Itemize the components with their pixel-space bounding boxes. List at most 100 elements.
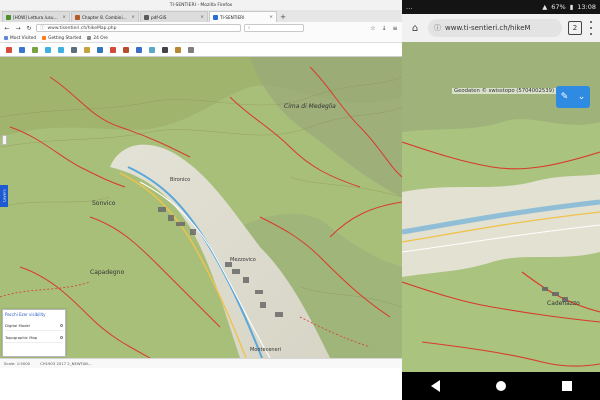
zoom-extent-icon[interactable] bbox=[30, 45, 39, 54]
tab-label: [HOW] Lettura /usuar... bbox=[13, 14, 61, 20]
wifi-icon: ▲ bbox=[542, 3, 548, 11]
layer-row-topographic[interactable]: Topographic Map bbox=[5, 333, 63, 343]
info-icon[interactable]: ⓘ bbox=[40, 25, 45, 31]
layer-visibility-panel: Pacchi Ezer visibility Digital Model Top… bbox=[2, 309, 66, 357]
reload-icon[interactable]: ↻ bbox=[25, 24, 33, 32]
layers-side-tab-label: Layers bbox=[1, 189, 7, 203]
toolbar-icons: ☆ ↓ ≡ bbox=[369, 24, 399, 32]
android-navigation-bar bbox=[402, 372, 600, 400]
new-tab-button[interactable]: + bbox=[278, 11, 288, 22]
bookmark-label: Getting Started bbox=[48, 35, 82, 41]
menu-icon[interactable]: ≡ bbox=[391, 24, 399, 32]
bookmark-label: Most Visited bbox=[10, 35, 37, 41]
map-label-cima-medeglia: Cima di Medeglia bbox=[284, 103, 336, 110]
tab-label: TI-SENTIERI bbox=[220, 14, 245, 20]
map-label-bironico: Bironico bbox=[170, 177, 191, 183]
layers-side-tab[interactable]: Layers bbox=[0, 185, 8, 207]
draw-line-icon[interactable] bbox=[17, 45, 26, 54]
bookmark-star-icon[interactable]: ☆ bbox=[369, 24, 377, 32]
bookmark-getting-started[interactable]: Getting Started bbox=[42, 36, 81, 41]
back-triangle-icon[interactable] bbox=[427, 378, 443, 394]
screenshot-root: TI-SENTIERI - Mozilla Firefox [HOW] Lett… bbox=[0, 0, 600, 400]
layer-radio[interactable] bbox=[60, 336, 63, 339]
tabs-count-button[interactable]: 2 bbox=[568, 21, 582, 35]
chart-icon[interactable] bbox=[134, 45, 143, 54]
recent-apps-square-icon[interactable] bbox=[559, 378, 575, 394]
tab-close-icon[interactable]: × bbox=[200, 15, 204, 20]
map-label-cadenazzo: Cadenazzo bbox=[547, 300, 580, 307]
profile-icon[interactable] bbox=[121, 45, 130, 54]
search-field[interactable]: ⌕ bbox=[244, 24, 304, 32]
browser-tab-1[interactable]: [HOW] Lettura /usuar... × bbox=[2, 11, 70, 22]
tab-label: Chapter 8. Combining map... bbox=[82, 14, 129, 20]
tab-favicon-icon bbox=[6, 14, 11, 20]
map-toolbar bbox=[0, 43, 402, 57]
export-icon[interactable] bbox=[173, 45, 182, 54]
url-bar[interactable]: ⓘ www.tisentieri.ch/hikeMap.php bbox=[36, 24, 241, 32]
window-titlebar: TI-SENTIERI - Mozilla Firefox bbox=[0, 0, 402, 10]
map-copyright: Geodaten © swisstopo (5704002539) bbox=[452, 88, 557, 94]
overflow-menu-icon[interactable] bbox=[588, 21, 594, 35]
status-coordinates: CH1903 2017 2_NEWTAB... bbox=[40, 361, 92, 366]
layer-row-label: Topographic Map bbox=[5, 335, 38, 340]
tab-favicon-icon bbox=[144, 14, 149, 20]
map-label-monteceneri: Monteceneri bbox=[250, 347, 282, 353]
info-icon[interactable]: ⓘ bbox=[434, 23, 441, 33]
layer-panel-title: Pacchi Ezer visibility bbox=[5, 312, 46, 317]
tab-close-icon[interactable]: × bbox=[131, 15, 135, 20]
bookmarks-toolbar: Most Visited Getting Started 24 Ore bbox=[0, 34, 402, 43]
status-right-icons: ▲ 67% ▮ 13:08 bbox=[542, 3, 596, 11]
tab-close-icon[interactable]: × bbox=[62, 15, 66, 20]
layer-row-digital-model[interactable]: Digital Model bbox=[5, 321, 63, 331]
bookmark-most-visited[interactable]: Most Visited bbox=[4, 36, 36, 41]
gps-icon[interactable] bbox=[147, 45, 156, 54]
mobile-url-bar[interactable]: ⓘ www.ti-sentieri.ch/hikeM bbox=[428, 19, 562, 37]
map-label-capadegno: Capadegno bbox=[90, 269, 125, 276]
print-icon[interactable] bbox=[160, 45, 169, 54]
browser-tab-3[interactable]: pdf-GIS × bbox=[140, 11, 208, 22]
android-status-bar: … ▲ 67% ▮ 13:08 bbox=[402, 0, 600, 14]
zoom-out-icon[interactable] bbox=[56, 45, 65, 54]
bookmark-icon bbox=[4, 36, 8, 40]
help-icon[interactable] bbox=[186, 45, 195, 54]
map-label-sonvico: Sonvico bbox=[92, 200, 116, 207]
info-tool-icon[interactable] bbox=[95, 45, 104, 54]
bookmark-24-ore[interactable]: 24 Ore bbox=[87, 36, 108, 41]
mobile-map-canvas[interactable]: Geodaten © swisstopo (5704002539) ✎ ⌄ Ca… bbox=[402, 42, 600, 372]
back-arrow-icon[interactable]: ← bbox=[3, 24, 11, 32]
browser-tab-4-active[interactable]: TI-SENTIERI × bbox=[209, 11, 277, 22]
home-circle-icon[interactable] bbox=[493, 378, 509, 394]
zoom-in-icon[interactable] bbox=[43, 45, 52, 54]
layer-radio[interactable] bbox=[60, 324, 63, 327]
mobile-url-text: www.ti-sentieri.ch/hikeM bbox=[445, 24, 531, 32]
pencil-icon[interactable]: ✎ bbox=[561, 92, 569, 102]
status-time: 13:08 bbox=[577, 3, 596, 11]
tab-label: pdf-GIS bbox=[151, 14, 167, 20]
window-title: TI-SENTIERI - Mozilla Firefox bbox=[169, 2, 233, 8]
status-scale: Scale: 1:5000 bbox=[4, 361, 31, 366]
layers-icon[interactable] bbox=[4, 45, 13, 54]
panel-drag-handle[interactable] bbox=[2, 135, 7, 145]
bookmark-icon bbox=[42, 36, 47, 40]
mobile-browser-toolbar: ⌂ ⓘ www.ti-sentieri.ch/hikeM 2 bbox=[402, 14, 600, 42]
downloads-icon[interactable]: ↓ bbox=[380, 24, 388, 32]
search-icon: ⌕ bbox=[248, 26, 251, 31]
draw-tool-dropdown[interactable]: ✎ ⌄ bbox=[556, 86, 590, 108]
pan-icon[interactable] bbox=[69, 45, 78, 54]
bookmark-label: 24 Ore bbox=[93, 35, 108, 41]
browser-tab-2[interactable]: Chapter 8. Combining map... × bbox=[71, 11, 139, 22]
layer-row-label: Digital Model bbox=[5, 323, 30, 328]
url-text: www.tisentieri.ch/hikeMap.php bbox=[47, 25, 117, 31]
tab-strip: [HOW] Lettura /usuar... × Chapter 8. Com… bbox=[0, 10, 402, 22]
home-icon[interactable]: ⌂ bbox=[408, 21, 422, 35]
chevron-down-icon[interactable]: ⌄ bbox=[578, 92, 586, 102]
bookmark-icon bbox=[87, 36, 92, 40]
status-left-icons: … bbox=[406, 3, 413, 11]
route-icon[interactable] bbox=[108, 45, 117, 54]
battery-percent: 67% bbox=[551, 3, 566, 11]
measure-icon[interactable] bbox=[82, 45, 91, 54]
tab-close-icon[interactable]: × bbox=[269, 15, 273, 20]
forward-arrow-icon[interactable]: → bbox=[14, 24, 22, 32]
tabs-count: 2 bbox=[572, 24, 578, 32]
tab-favicon-icon bbox=[75, 14, 80, 20]
